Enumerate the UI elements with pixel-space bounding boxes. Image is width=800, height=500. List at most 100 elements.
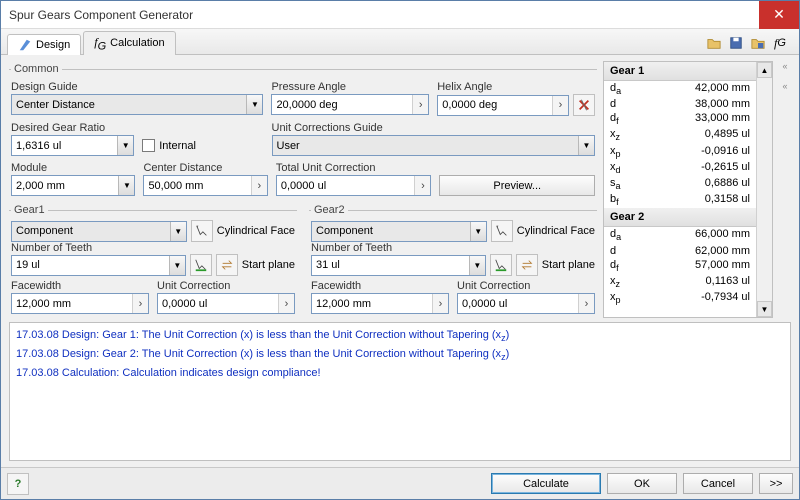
body: Common Design Guide Center Distance▼ Pre… <box>1 55 799 467</box>
help-button[interactable]: ? <box>7 473 29 495</box>
gear2-group: Gear2 Component▼ Cylindrical Face Number… <box>309 204 597 316</box>
gear2-unit-corr-input[interactable]: 0,0000 ul› <box>457 293 595 314</box>
expand-icon[interactable]: › <box>132 294 148 313</box>
gear2-facewidth-input[interactable]: 12,000 mm› <box>311 293 449 314</box>
feather-icon <box>18 38 32 52</box>
result-row: xz0,4895 ul <box>604 127 756 143</box>
scroll-up-icon[interactable]: ▲ <box>757 62 772 78</box>
result-row: df57,000 mm <box>604 258 756 274</box>
ok-button[interactable]: OK <box>607 473 677 494</box>
log-line: 17.03.08 Calculation: Calculation indica… <box>16 365 784 381</box>
helix-angle-input[interactable]: 0,0000 deg› <box>437 95 569 116</box>
chevron-down-icon[interactable]: ▼ <box>469 256 485 275</box>
gear1-cyl-face-label: Cylindrical Face <box>217 225 295 237</box>
gear1-unit-corr-label: Unit Correction <box>157 280 295 292</box>
pressure-angle-input[interactable]: 20,0000 deg› <box>271 94 429 115</box>
center-distance-input[interactable]: 50,000 mm› <box>143 175 267 196</box>
gear2-pick-plane-button[interactable] <box>490 254 512 276</box>
gear2-teeth-combo[interactable]: 31 ul▼ <box>311 255 486 276</box>
log-line: 17.03.08 Design: Gear 2: The Unit Correc… <box>16 346 784 365</box>
chevron-down-icon[interactable]: ▼ <box>169 256 185 275</box>
scroll-down-icon[interactable]: ▼ <box>757 301 772 317</box>
gear2-flip-button[interactable] <box>516 254 538 276</box>
gear1-teeth-label: Number of Teeth <box>11 242 92 254</box>
result-row: sa0,6886 ul <box>604 176 756 192</box>
internal-checkbox[interactable]: Internal <box>142 135 263 156</box>
gear1-legend: Gear1 <box>11 204 48 216</box>
chevron-down-icon[interactable]: ▼ <box>118 176 134 195</box>
gear2-pick-face-button[interactable] <box>491 220 513 242</box>
chevron-down-icon[interactable]: ▼ <box>170 222 186 241</box>
gear1-pick-face-button[interactable] <box>191 220 213 242</box>
results-panel: Gear 1 da42,000 mm d38,000 mm df33,000 m… <box>603 61 773 318</box>
footer: ? Calculate OK Cancel >> <box>1 467 799 499</box>
tab-calculation[interactable]: fG Calculation <box>83 31 175 55</box>
close-button[interactable]: ✕ <box>759 1 799 29</box>
gear2-teeth-label: Number of Teeth <box>311 242 392 254</box>
results-list: Gear 1 da42,000 mm d38,000 mm df33,000 m… <box>604 62 756 317</box>
expand-icon[interactable]: › <box>251 176 267 195</box>
gear1-flip-button[interactable] <box>216 254 238 276</box>
result-row: da66,000 mm <box>604 227 756 243</box>
gear1-teeth-combo[interactable]: 19 ul▼ <box>11 255 186 276</box>
helix-angle-label: Helix Angle <box>437 81 595 93</box>
gear2-start-plane-label: Start plane <box>542 259 595 271</box>
unit-corr-guide-combo[interactable]: User▼ <box>272 135 596 156</box>
module-label: Module <box>11 162 135 174</box>
common-group: Common Design Guide Center Distance▼ Pre… <box>9 63 597 198</box>
results-gear2-header: Gear 2 <box>604 208 756 227</box>
gear2-type-combo[interactable]: Component▼ <box>311 221 487 242</box>
cancel-button[interactable]: Cancel <box>683 473 753 494</box>
result-row: xp-0,7934 ul <box>604 290 756 306</box>
tab-bar: Design fG Calculation fG <box>1 29 799 55</box>
form-area: Common Design Guide Center Distance▼ Pre… <box>9 61 597 318</box>
desired-ratio-label: Desired Gear Ratio <box>11 122 264 134</box>
design-guide-label: Design Guide <box>11 81 263 93</box>
window: Spur Gears Component Generator ✕ Design … <box>0 0 800 500</box>
gear1-facewidth-input[interactable]: 12,000 mm› <box>11 293 149 314</box>
expand-button[interactable]: >> <box>759 473 793 494</box>
expand-icon[interactable]: › <box>578 294 594 313</box>
result-row: da42,000 mm <box>604 81 756 97</box>
results-scrollbar[interactable]: ▲ ▼ <box>756 62 772 317</box>
gear1-start-plane-label: Start plane <box>242 259 295 271</box>
open-icon[interactable] <box>705 34 723 52</box>
module-combo[interactable]: 2,000 mm▼ <box>11 175 135 196</box>
desired-ratio-combo[interactable]: 1,6316 ul▼ <box>11 135 134 156</box>
expand-icon[interactable]: › <box>414 176 430 195</box>
gear1-unit-corr-input[interactable]: 0,0000 ul› <box>157 293 295 314</box>
fx-toolbar-icon[interactable]: fG <box>771 34 789 52</box>
chevron-down-icon[interactable]: ▼ <box>578 136 594 155</box>
design-guide-combo[interactable]: Center Distance▼ <box>11 94 263 115</box>
panel-collapse[interactable]: «« <box>779 61 791 318</box>
expand-icon[interactable]: › <box>278 294 294 313</box>
result-row: d38,000 mm <box>604 97 756 111</box>
common-legend: Common <box>11 63 62 75</box>
template-icon[interactable] <box>749 34 767 52</box>
result-row: d62,000 mm <box>604 244 756 258</box>
gear1-facewidth-label: Facewidth <box>11 280 149 292</box>
gear1-type-combo[interactable]: Component▼ <box>11 221 187 242</box>
gear1-group: Gear1 Component▼ Cylindrical Face Number… <box>9 204 297 316</box>
chevron-down-icon[interactable]: ▼ <box>117 136 133 155</box>
preview-button[interactable]: Preview... <box>439 175 595 196</box>
chevron-down-icon[interactable]: ▼ <box>246 95 262 114</box>
help-icon: ? <box>15 478 22 490</box>
calculate-button[interactable]: Calculate <box>491 473 601 494</box>
gear1-pick-plane-button[interactable] <box>190 254 212 276</box>
chevron-down-icon[interactable]: ▼ <box>470 222 486 241</box>
gear2-unit-corr-label: Unit Correction <box>457 280 595 292</box>
window-title: Spur Gears Component Generator <box>9 8 759 22</box>
fx-icon: fG <box>94 35 106 52</box>
message-log[interactable]: 17.03.08 Design: Gear 1: The Unit Correc… <box>9 322 791 461</box>
save-icon[interactable] <box>727 34 745 52</box>
results-gear1-header: Gear 1 <box>604 62 756 81</box>
expand-icon[interactable]: › <box>412 95 428 114</box>
expand-icon[interactable]: › <box>432 294 448 313</box>
helix-toggle-button[interactable] <box>573 94 595 116</box>
result-row: xd-0,2615 ul <box>604 160 756 176</box>
total-unit-corr-input[interactable]: 0,0000 ul› <box>276 175 432 196</box>
gear2-legend: Gear2 <box>311 204 348 216</box>
tab-design[interactable]: Design <box>7 34 81 55</box>
expand-icon[interactable]: › <box>552 96 568 115</box>
